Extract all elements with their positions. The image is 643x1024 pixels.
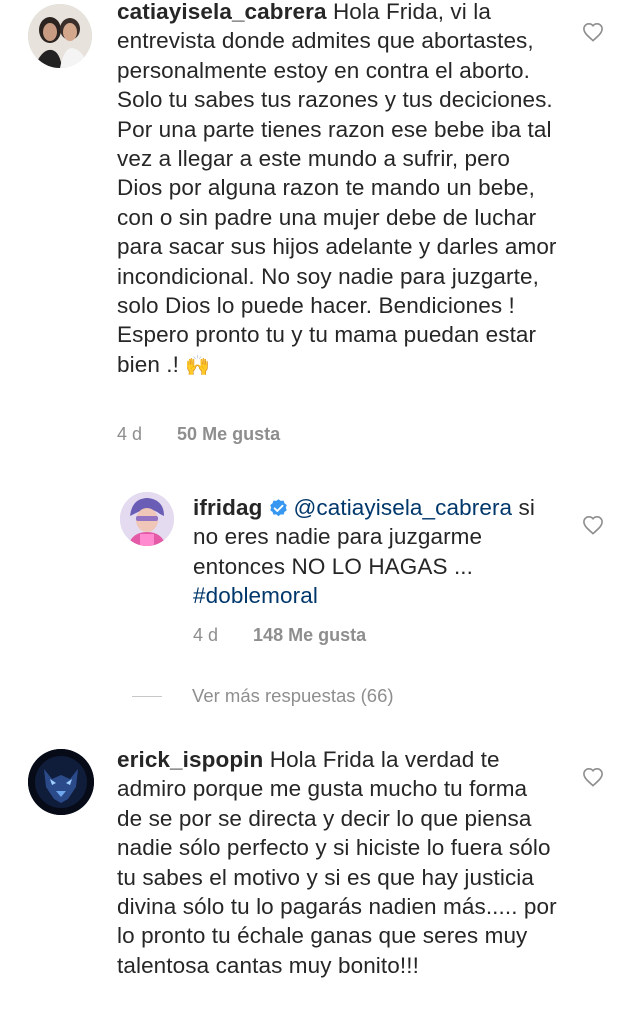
avatar[interactable] <box>28 4 92 68</box>
comment-time: 4 d <box>117 424 143 444</box>
reply-time: 4 d <box>193 625 219 645</box>
avatar-photo <box>28 4 92 68</box>
view-more-divider <box>132 695 162 697</box>
view-more-replies-link[interactable]: Ver más respuestas (66) <box>132 685 394 707</box>
verified-badge-icon <box>270 499 288 517</box>
like-heart-icon[interactable] <box>582 22 604 42</box>
comment-username[interactable]: erick_ispopin <box>117 747 263 772</box>
reply-meta: 4 d 148 Me gusta <box>193 625 366 646</box>
comment-likes[interactable]: 50 Me gusta <box>177 424 280 444</box>
comment-text: catiayisela_cabrera Hola Frida, vi la en… <box>117 0 557 381</box>
raised-hands-emoji: 🙌 <box>185 354 211 377</box>
reply-likes[interactable]: 148 Me gusta <box>253 625 366 645</box>
avatar[interactable] <box>120 492 174 546</box>
avatar-photo <box>120 492 174 546</box>
comment-text: erick_ispopin Hola Frida la verdad te ad… <box>117 745 557 980</box>
avatar-photo <box>28 749 94 815</box>
comment-meta: 4 d 50 Me gusta <box>117 424 280 445</box>
reply-mention[interactable]: @catiayisela_cabrera <box>293 495 512 520</box>
comment-body: Hola Frida la verdad te admiro porque me… <box>117 747 557 978</box>
like-heart-icon[interactable] <box>582 515 604 535</box>
reply-text: ifridag @catiayisela_cabrera si no eres n… <box>193 493 553 611</box>
reply-hashtag[interactable]: #doblemoral <box>193 583 318 608</box>
like-heart-icon[interactable] <box>582 767 604 787</box>
comment-body: Hola Frida, vi la entrevista donde admit… <box>117 0 557 377</box>
reply-username[interactable]: ifridag <box>193 495 262 520</box>
avatar[interactable] <box>28 749 94 815</box>
view-more-label: Ver más respuestas (66) <box>192 685 394 706</box>
comment-username[interactable]: catiayisela_cabrera <box>117 0 327 24</box>
